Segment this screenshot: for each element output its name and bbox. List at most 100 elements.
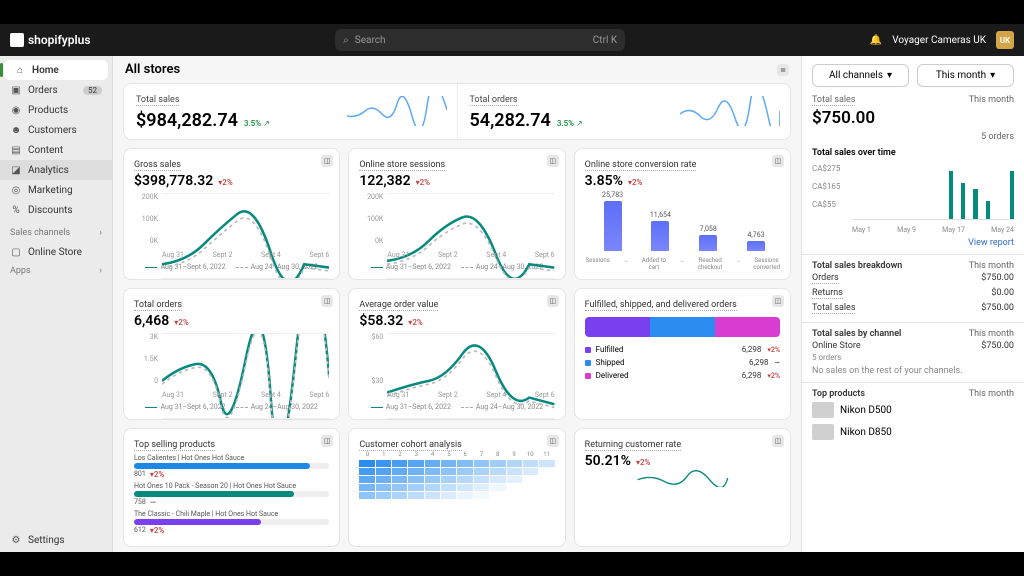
summary-row: Total sales $984,282.74 3.5% ↗ Total ord… (123, 83, 791, 140)
brand-logo: shopifyplus (10, 33, 90, 47)
topbar: shopifyplus ⌕ Search Ctrl K 🔔 Voyager Ca… (0, 24, 1024, 56)
store-name[interactable]: Voyager Cameras UK (892, 35, 986, 46)
card-sessions[interactable]: ◫ Online store sessions 122,382 ▾2% 200K… (348, 148, 565, 280)
brand-text: shopifyplus (28, 33, 90, 47)
sidebar-item-analytics[interactable]: ◪ Analytics (0, 160, 112, 180)
chevron-right-icon: › (99, 228, 102, 238)
section-label: Total sales (812, 95, 855, 106)
summary-total-orders[interactable]: Total orders 54,282.74 3.5% ↗ (457, 84, 791, 139)
card-value: $398,778.32 (134, 173, 213, 189)
chart-title: Total sales over time (812, 148, 1014, 158)
section-label: Total sales breakdown (812, 261, 902, 271)
card-aov[interactable]: ◫ Average order value $58.32 ▾2% $60$30 … (348, 288, 565, 420)
product-thumb (812, 424, 834, 440)
card-pct: ▾2% (628, 178, 642, 187)
customize-icon[interactable]: ≣ (777, 64, 789, 76)
card-value: 3.85% (585, 173, 623, 189)
report-icon[interactable]: ◫ (321, 435, 333, 447)
chevron-down-icon: ▾ (887, 70, 892, 81)
filter-channel[interactable]: All channels▾ (812, 64, 909, 87)
main-content: All stores ≣ Total sales $984,282.74 3.5… (113, 56, 801, 552)
line-chart (387, 333, 554, 419)
card-value: 6,468 (134, 313, 169, 329)
bell-icon[interactable]: 🔔 (870, 35, 882, 46)
line-chart (162, 333, 329, 419)
search-shortcut: Ctrl K (593, 35, 617, 46)
shopify-icon (10, 33, 24, 47)
summary-pct: 3.5% ↗ (244, 119, 270, 128)
summary-value: $984,282.74 (136, 110, 238, 131)
report-icon[interactable]: ◫ (772, 295, 784, 307)
report-icon[interactable]: ◫ (772, 435, 784, 447)
channel-value: $750.00 (981, 341, 1014, 351)
summary-label: Total sales (136, 95, 179, 106)
sidebar-item-orders[interactable]: ▣ Orders 52 (0, 80, 112, 100)
card-pct: ▾2% (416, 178, 430, 187)
line-chart (585, 469, 780, 487)
sidebar-item-label: Orders (28, 85, 58, 96)
sidebar-item-label: Analytics (28, 165, 69, 176)
sidebar-item-home[interactable]: ⌂ Home (4, 60, 108, 80)
report-icon[interactable]: ◫ (547, 435, 559, 447)
line-chart (387, 193, 554, 279)
sidebar-item-content[interactable]: ▤ Content (0, 140, 112, 160)
summary-pct: 3.5% ↗ (557, 119, 583, 128)
legend-fulfilled: Fulfilled 6,298▾2% (585, 343, 780, 356)
card-top-products[interactable]: ◫ Top selling products Los Calientes | H… (123, 428, 340, 547)
filter-period[interactable]: This month▾ (917, 64, 1014, 87)
report-icon[interactable]: ◫ (772, 155, 784, 167)
card-value: 50.21% (585, 453, 631, 469)
card-title: Online store conversion rate (585, 160, 697, 171)
breakdown-total-value: $750.00 (981, 303, 1014, 314)
product-name: Nikon D500 (840, 405, 892, 416)
breakdown-returns-label: Returns (812, 288, 843, 299)
sidebar-item-discounts[interactable]: % Discounts (0, 200, 112, 220)
report-icon[interactable]: ◫ (321, 155, 333, 167)
sidebar-settings[interactable]: ⚙ Settings (0, 528, 112, 552)
breakdown-orders-value: $750.00 (981, 273, 1014, 284)
sales-over-time-chart: CA$275 CA$165 CA$55 May 1May 9 May 17May… (812, 164, 1014, 234)
section-label: Top products (812, 389, 865, 399)
content-icon: ▤ (10, 144, 22, 156)
home-icon: ⌂ (14, 64, 26, 76)
report-icon[interactable]: ◫ (547, 295, 559, 307)
card-gross-sales[interactable]: ◫ Gross sales $398,778.32 ▾2% 200K100K0K… (123, 148, 340, 280)
card-pct: ▾2% (174, 318, 188, 327)
line-chart (162, 193, 329, 279)
card-cohort[interactable]: ◫ Customer cohort analysis 0123456789101… (348, 428, 565, 547)
sidebar-item-marketing[interactable]: ◎ Marketing (0, 180, 112, 200)
breakdown-orders-label: Orders (812, 273, 839, 284)
card-fulfilled[interactable]: ◫ Fulfilled, shipped, and delivered orde… (574, 288, 791, 420)
sidebar-item-products[interactable]: ◉ Products (0, 100, 112, 120)
sidebar-item-online-store[interactable]: ▢ Online Store (0, 242, 112, 262)
product-bar-item: Hot Ones 10 Pack - Season 20 | Hot Ones … (134, 482, 329, 507)
sidebar-item-customers[interactable]: ☻ Customers (0, 120, 112, 140)
view-report-link[interactable]: View report (812, 238, 1014, 248)
card-title: Fulfilled, shipped, and delivered orders (585, 300, 737, 311)
avatar[interactable]: UK (996, 31, 1014, 49)
card-pct: ▾2% (408, 318, 422, 327)
report-icon[interactable]: ◫ (547, 155, 559, 167)
sidebar-section-apps[interactable]: Apps › (0, 262, 112, 280)
card-total-orders[interactable]: ◫ Total orders 6,468 ▾2% 3K1.5K0 Aug 31S… (123, 288, 340, 420)
card-title: Average order value (359, 300, 438, 311)
sidebar: ⌂ Home ▣ Orders 52 ◉ Products ☻ Customer… (0, 56, 113, 552)
product-row[interactable]: Nikon D500 (812, 399, 1014, 421)
summary-total-sales[interactable]: Total sales $984,282.74 3.5% ↗ (124, 84, 457, 139)
card-value: $58.32 (359, 313, 403, 329)
customers-icon: ☻ (10, 124, 22, 136)
report-icon[interactable]: ◫ (321, 295, 333, 307)
stacked-bar (585, 317, 780, 337)
product-row[interactable]: Nikon D850 (812, 421, 1014, 443)
card-conversion[interactable]: ◫ Online store conversion rate 3.85% ▾2%… (574, 148, 791, 280)
sidebar-item-label: Customers (28, 125, 77, 136)
orders-count: 5 orders (812, 132, 1014, 142)
card-value: 122,382 (359, 173, 410, 189)
search-input[interactable]: ⌕ Search Ctrl K (335, 29, 625, 51)
sidebar-section-sales-channels[interactable]: Sales channels › (0, 224, 112, 242)
card-returning[interactable]: ◫ Returning customer rate 50.21% ▾2% (574, 428, 791, 547)
period-label: This month (969, 95, 1014, 106)
card-title: Online store sessions (359, 160, 445, 171)
product-bar-item: The Classic - Chili Maple | Hot Ones Hot… (134, 510, 329, 535)
no-sales-message: No sales on the rest of your channels. (812, 366, 1014, 376)
